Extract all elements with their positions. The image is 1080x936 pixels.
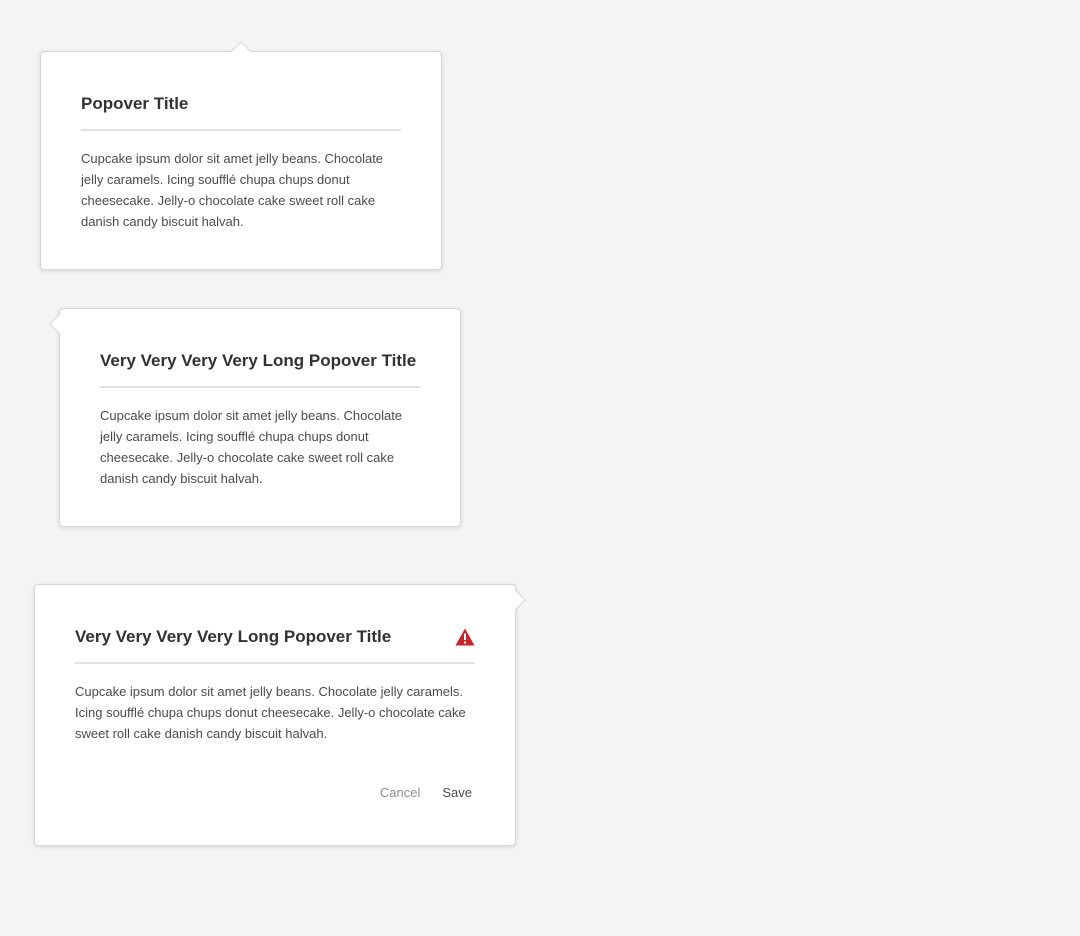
popover-body: Cupcake ipsum dolor sit amet jelly beans… <box>75 684 466 741</box>
popover-body: Cupcake ipsum dolor sit amet jelly beans… <box>100 408 403 486</box>
popover-header: Very Very Very Very Long Popover Title <box>75 585 475 664</box>
page-canvas: Popover Title Cupcake ipsum dolor sit am… <box>0 0 1080 936</box>
popover-with-actions: Very Very Very Very Long Popover Title C… <box>34 584 526 846</box>
popover-tip <box>506 590 526 610</box>
popover-tip <box>49 314 69 334</box>
popover-basic: Popover Title Cupcake ipsum dolor sit am… <box>40 41 442 270</box>
popover-header: Popover Title <box>81 52 401 131</box>
alert-icon <box>455 628 475 646</box>
popover-body: Cupcake ipsum dolor sit amet jelly beans… <box>81 151 384 229</box>
popover-title: Very Very Very Very Long Popover Title <box>75 627 392 646</box>
cancel-button[interactable]: Cancel <box>380 784 420 802</box>
popover-footer: Cancel Save <box>380 784 472 802</box>
popover-title: Popover Title <box>81 94 189 113</box>
popover-header: Very Very Very Very Long Popover Title <box>100 309 420 388</box>
popover-title: Very Very Very Very Long Popover Title <box>100 351 417 370</box>
save-button[interactable]: Save <box>442 784 472 802</box>
popover-long-title: Very Very Very Very Long Popover Title C… <box>49 308 461 527</box>
